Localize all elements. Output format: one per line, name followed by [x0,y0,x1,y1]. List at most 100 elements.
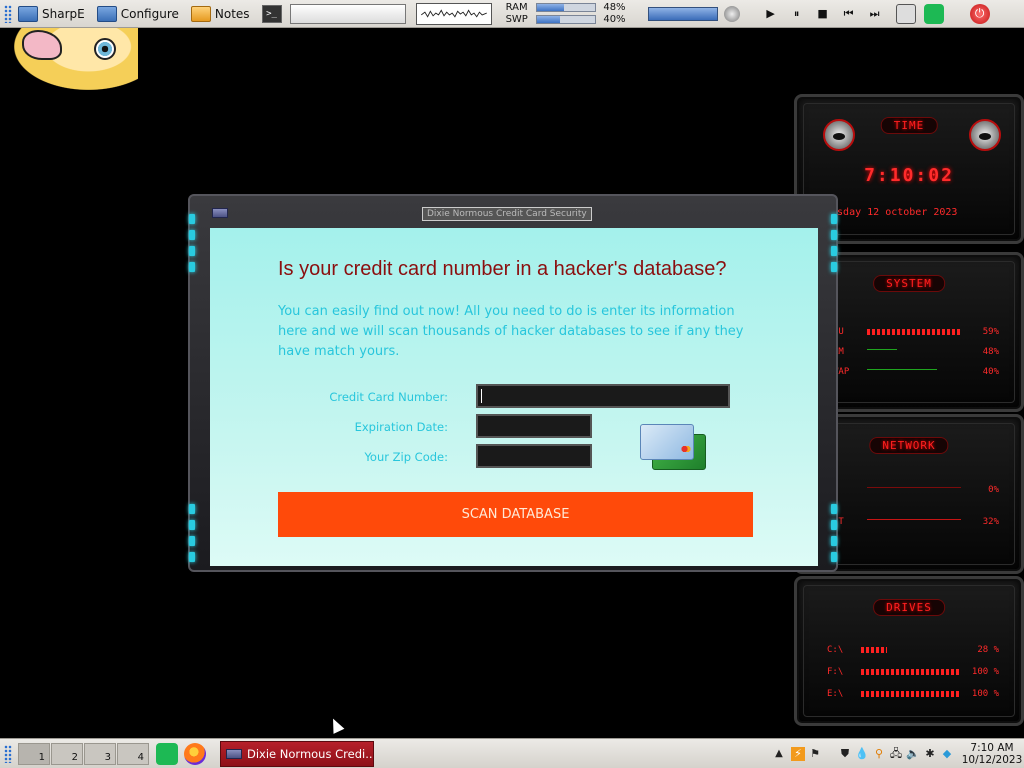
dropbox-icon[interactable]: ◆ [940,747,954,761]
alien-icon [823,119,855,151]
mascot-image [14,28,138,90]
system-row-value: 48% [982,347,999,357]
taskbar-clock[interactable]: 7:10 AM 10/12/2023 [960,742,1024,766]
search-icon[interactable]: ⚲ [872,747,886,761]
system-row-ram: AM 48% [833,347,999,357]
card-number-input[interactable] [476,384,730,408]
ram-line [867,349,897,355]
spotify-icon[interactable] [923,3,944,24]
network-out-graph [867,519,961,525]
swap-line [867,369,937,375]
previous-track-button[interactable]: ⏮ [836,4,862,24]
clock-date: 10/12/2023 [961,753,1023,766]
firefox-launcher-icon[interactable] [184,742,206,765]
drive-row-f: F:\ 100 % [827,667,999,677]
workspace-2[interactable]: 2 [51,742,83,765]
launcher-label: SharpE [42,6,85,21]
top-panel: SharpE Configure Notes >_ RAM 48% SWP 40… [0,0,1024,28]
cpu-bar [867,329,961,335]
dialog-title-bar[interactable]: Dixie Normous Credit Card Security [190,200,836,226]
network-icon[interactable]: 🖧 [889,747,903,761]
swap-row: SWP 40% [506,14,626,26]
window-app-icon [226,748,242,759]
system-row-swap: WAP 40% [833,367,999,377]
network-row-value: 32% [982,517,999,527]
mouse-cursor [327,716,345,734]
speaker-icon[interactable]: 🔈 [906,747,920,761]
left-lights-top [189,214,195,272]
stop-button[interactable]: ■ [810,4,836,24]
workspace-number: 3 [104,751,111,763]
bottom-panel: 1 2 3 4 Dixie Normous Credi... ▲ ⚡ ⚑ ⛊ 💧… [0,738,1024,768]
workspace-number: 2 [71,751,78,763]
panel-grip[interactable] [4,744,12,763]
power-button[interactable]: ⏻ [969,3,990,24]
network-in-graph [867,487,961,493]
play-button[interactable]: ▶ [758,4,784,24]
drives-widget: DRIVES C:\ 28 % F:\ 100 % E:\ 100 % [794,576,1024,726]
update-icon[interactable]: ⚡ [791,746,805,761]
usb-icon[interactable] [895,3,916,24]
workspace-3[interactable]: 3 [84,742,116,765]
workspace-1[interactable]: 1 [18,742,50,765]
mascot-hair [22,30,62,60]
swap-bar-fill [536,16,560,23]
drive-row-e: E:\ 100 % [827,689,999,699]
launcher-sharpe[interactable]: SharpE [18,3,85,25]
workspace-number: 1 [38,751,45,763]
task-dixie-normous[interactable]: Dixie Normous Credi... [220,740,374,767]
zip-label: Your Zip Code: [364,450,448,464]
system-row-cpu: PU 59% [833,327,999,337]
window-menu-icon[interactable] [212,208,228,218]
drive-bar [861,647,887,653]
date-value: ursday 12 october 2023 [825,207,958,218]
swap-bar [535,15,596,24]
notes-icon [190,5,211,22]
system-row-value: 40% [982,367,999,377]
terminal-button[interactable]: >_ [261,4,282,23]
drop-icon[interactable]: 💧 [855,747,869,761]
flag-icon[interactable]: ⚑ [808,747,822,761]
expiration-input[interactable] [476,414,592,438]
bluetooth-icon[interactable]: ✱ [923,747,937,761]
launcher-label: Notes [214,6,250,21]
volume-icon[interactable] [723,5,740,22]
panel-grip[interactable] [4,4,12,23]
shield-icon[interactable]: ⛊ [838,747,852,761]
monitor-icon [96,5,117,22]
zip-input[interactable] [476,444,592,468]
ram-row: RAM 48% [506,2,626,14]
spotify-launcher-icon[interactable] [156,742,178,765]
alien-icon [969,119,1001,151]
network-row-in: 0% [833,485,999,495]
dialog-intro: You can easily find out now! All you nee… [278,304,744,359]
next-track-button[interactable]: ⏭ [862,4,888,24]
drive-label: F:\ [827,667,844,677]
task-label: Dixie Normous Credi... [247,746,374,761]
right-lights-bottom [831,504,837,562]
tray-expand-icon[interactable]: ▲ [772,747,786,761]
launcher-notes[interactable]: Notes [190,3,250,25]
drive-bar [861,691,961,697]
right-lights-top [831,214,837,272]
workspace-4[interactable]: 4 [117,742,149,765]
launcher-configure[interactable]: Configure [96,3,179,25]
drive-value: 28 % [977,645,999,655]
ram-percent: 48% [603,1,626,13]
card-number-label: Credit Card Number: [329,390,448,404]
swap-percent: 40% [603,13,626,25]
card-front-shape [640,424,694,460]
pause-button[interactable]: ⏸ [784,4,810,24]
mascot-eye [94,38,116,60]
swap-label: SWP [505,13,528,25]
drives-header: DRIVES [873,599,945,616]
network-header: NETWORK [869,437,949,454]
workspace-number: 4 [137,751,144,763]
time-value: 7:10:02 [864,165,954,186]
network-row-out: UT 32% [833,517,999,527]
volume-slider[interactable] [647,6,718,21]
scan-database-button[interactable]: SCAN DATABASE [278,492,753,537]
command-field[interactable] [289,3,406,24]
drive-bar [861,669,961,675]
launcher-label: Configure [120,6,179,21]
